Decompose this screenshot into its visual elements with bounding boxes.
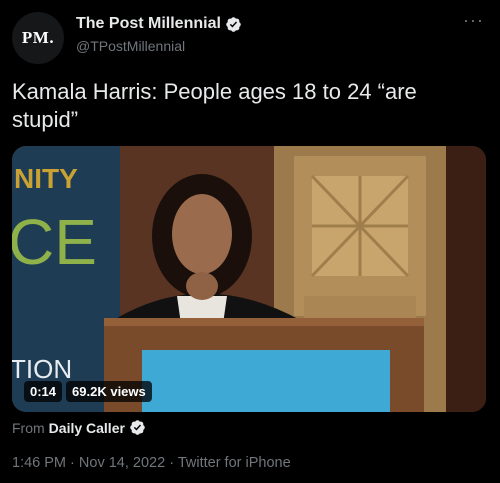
tweet-date[interactable]: Nov 14, 2022 (79, 455, 165, 471)
meta-separator-2: · (169, 455, 175, 471)
handle[interactable]: @TPostMillennial (76, 38, 185, 54)
tweet-text: Kamala Harris: People ages 18 to 24 “are… (12, 79, 417, 132)
video-badges: 0:14 69.2K views (24, 381, 152, 402)
avatar[interactable]: PM. (12, 12, 64, 64)
tweet-time[interactable]: 1:46 PM (12, 455, 66, 471)
attribution-source[interactable]: Daily Caller (49, 420, 125, 436)
tweet-client[interactable]: Twitter for iPhone (178, 455, 291, 471)
verified-badge-icon (130, 420, 145, 435)
banner-text-3: TION (12, 354, 72, 384)
attribution-prefix: From (12, 419, 45, 436)
banner-text-2: CE (12, 206, 97, 278)
verified-badge-icon (226, 16, 241, 32)
meta-separator-1: · (70, 455, 75, 471)
attribution: From Daily Caller (12, 419, 146, 436)
video-duration: 0:14 (24, 381, 63, 402)
display-name-row[interactable]: The Post Millennial (76, 15, 242, 33)
video-player[interactable]: NITY CE TION 0:14 69.2K views (12, 146, 486, 412)
banner-text-1: NITY (14, 163, 78, 194)
video-views: 69.2K views (66, 381, 152, 402)
more-icon[interactable]: ··· (463, 10, 484, 31)
video-thumbnail: NITY CE TION (12, 146, 486, 412)
tweet-meta: 1:46 PM · Nov 14, 2022 · Twitter for iPh… (12, 455, 291, 471)
display-name[interactable]: The Post Millennial (76, 15, 221, 33)
